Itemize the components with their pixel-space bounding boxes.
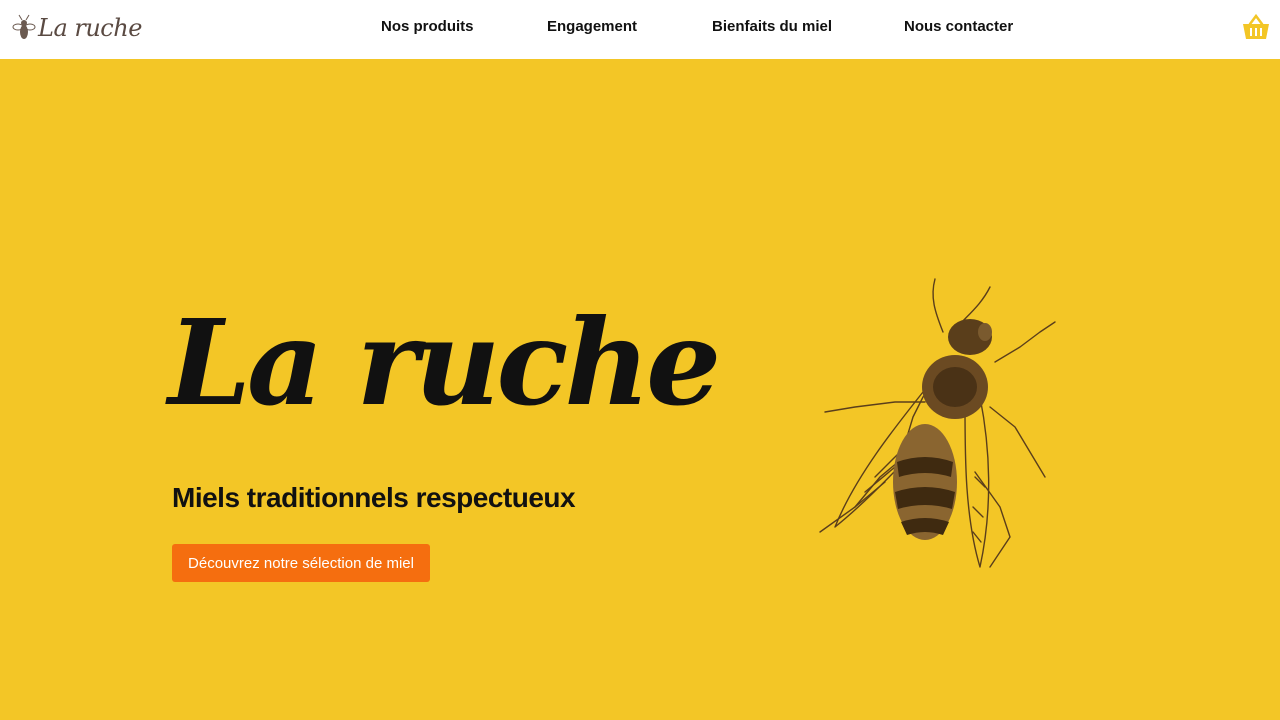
nav-link-nos-produits[interactable]: Nos produits — [381, 18, 474, 35]
site-header: La ruche Nos produits Engagement Bienfai… — [0, 0, 1280, 59]
nav-link-bienfaits-du-miel[interactable]: Bienfaits du miel — [712, 18, 832, 35]
main-nav: Nos produits Engagement Bienfaits du mie… — [0, 0, 1280, 59]
cart-button[interactable] — [1240, 12, 1272, 44]
nav-link-engagement[interactable]: Engagement — [547, 18, 637, 35]
hero-section: La ruche Miels traditionnels respectueux… — [0, 59, 1280, 720]
basket-icon — [1243, 13, 1269, 39]
discover-selection-button[interactable]: Découvrez notre sélection de miel — [172, 544, 430, 582]
hero-subtitle: Miels traditionnels respectueux — [172, 482, 576, 513]
nav-link-nous-contacter[interactable]: Nous contacter — [904, 18, 1013, 35]
bee-illustration — [819, 278, 1056, 568]
hero-title: La ruche — [168, 293, 721, 432]
